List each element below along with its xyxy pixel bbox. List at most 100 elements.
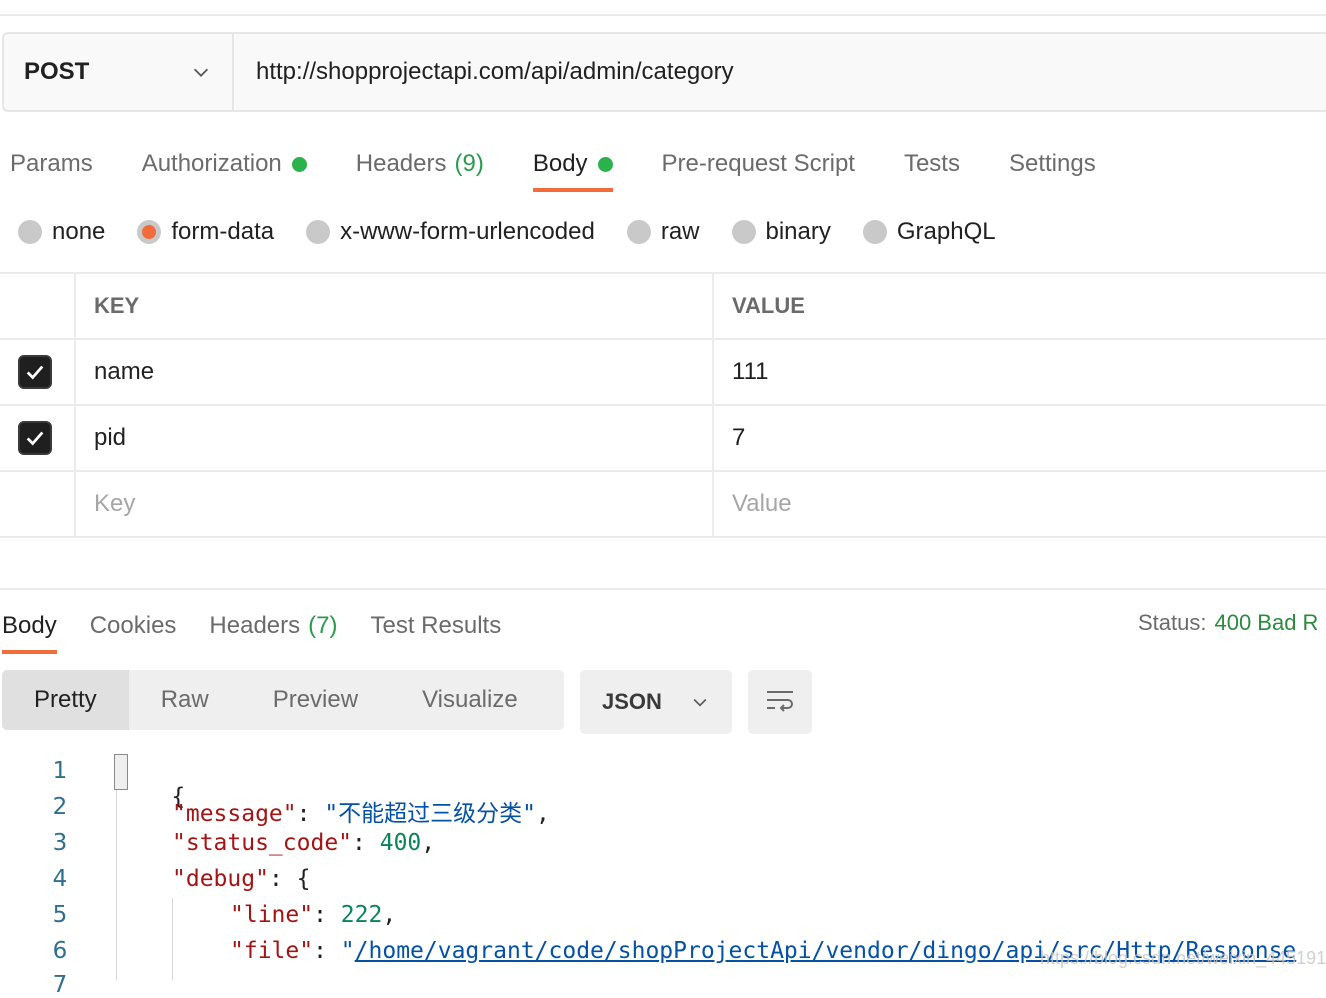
top-divider (0, 14, 1326, 16)
wrap-lines-button[interactable] (748, 670, 812, 734)
tab-label: Tests (903, 150, 960, 177)
watermark: https://blog.csdn.net/weixin_44519183 (1040, 948, 1326, 968)
punct: , (536, 801, 550, 827)
form-data-table: KEY VALUE name 111 pid 7 Key Value (0, 272, 1326, 538)
row-checkbox-cell (0, 406, 76, 470)
view-mode-selector: Pretty Raw Preview Visualize (2, 670, 564, 730)
view-mode-raw[interactable]: Raw (129, 670, 241, 730)
tab-count: (9) (454, 150, 484, 177)
radio-circle-icon (306, 220, 331, 244)
radio-circle-icon (18, 220, 42, 244)
table-header-row: KEY VALUE (0, 274, 1326, 340)
method-label: POST (24, 58, 90, 85)
response-tab-cookies[interactable]: Cookies (90, 598, 177, 654)
line-number: 1 (52, 758, 68, 784)
response-status: Status: 400 Bad R (1138, 606, 1318, 640)
radio-raw[interactable]: raw (626, 218, 700, 246)
tab-authorization[interactable]: Authorization (142, 136, 307, 192)
radio-x-www-form-urlencoded[interactable]: x-www-form-urlencoded (306, 218, 595, 246)
tab-count: (7) (308, 612, 338, 639)
line-number: 3 (52, 830, 68, 856)
value-column-header: VALUE (732, 293, 805, 318)
tab-pre-request-script[interactable]: Pre-request Script (662, 136, 855, 192)
json-string-quote: " (340, 938, 355, 964)
indent-guide (172, 898, 173, 980)
key-column-header: KEY (76, 274, 714, 338)
view-mode-preview[interactable]: Preview (241, 670, 390, 730)
json-number: 222 (340, 902, 383, 928)
row-checkbox-cell (0, 472, 76, 536)
response-tab-headers[interactable]: Headers (7) (209, 598, 337, 654)
value-placeholder-input[interactable]: Value (714, 472, 1326, 536)
table-row: name 111 (0, 340, 1326, 406)
radio-circle-icon (862, 220, 887, 244)
code-line: "line": 222, (230, 902, 396, 928)
punct: : (268, 866, 297, 892)
row-checkbox-cell (0, 340, 76, 404)
response-tabs: Body Cookies Headers (7) Test Results (2, 598, 534, 654)
value-input[interactable]: 7 (714, 406, 1326, 470)
line-number: 4 (52, 866, 68, 892)
value-input[interactable]: 111 (714, 340, 1326, 404)
radio-label: form-data (171, 218, 275, 245)
key-placeholder-input[interactable]: Key (76, 472, 714, 536)
tab-headers[interactable]: Headers (9) (356, 136, 484, 192)
json-number: 400 (379, 830, 422, 856)
radio-circle-icon (731, 220, 756, 244)
tab-label: Headers (209, 612, 301, 639)
radio-none[interactable]: none (18, 218, 105, 246)
checkmark-icon (26, 431, 44, 446)
tab-label: Body (532, 150, 588, 177)
brace: { (296, 866, 311, 892)
radio-graphql[interactable]: GraphQL (862, 218, 996, 246)
json-key: "line" (230, 902, 314, 928)
key-input[interactable]: name (76, 340, 714, 404)
tab-params[interactable]: Params (10, 136, 93, 192)
json-string: "不能超过三级分类" (324, 801, 537, 827)
request-bar: POST http://shopprojectapi.com/api/admin… (2, 32, 1326, 112)
tab-settings[interactable]: Settings (1009, 136, 1096, 192)
view-mode-visualize[interactable]: Visualize (390, 670, 550, 730)
wrap-lines-icon (767, 691, 793, 712)
tab-label: Authorization (141, 150, 282, 177)
line-number: 2 (52, 794, 68, 820)
table-row-new: Key Value (0, 472, 1326, 538)
status-dot-icon (597, 156, 613, 172)
radio-label: x-www-form-urlencoded (340, 218, 595, 245)
row-checkbox[interactable] (18, 355, 52, 389)
tab-label: Pre-request Script (661, 150, 855, 177)
json-key: "file" (230, 938, 314, 964)
body-type-radios: none form-data x-www-form-urlencoded raw… (18, 214, 1028, 250)
punct: , (421, 830, 436, 856)
section-divider (0, 588, 1326, 590)
view-mode-pretty[interactable]: Pretty (2, 670, 129, 730)
response-tab-body[interactable]: Body (2, 598, 57, 654)
tab-body[interactable]: Body (532, 136, 613, 192)
format-label: JSON (602, 689, 662, 714)
response-tab-test-results[interactable]: Test Results (370, 598, 501, 654)
chevron-down-icon (193, 68, 209, 77)
status-value[interactable]: 400 Bad R (1214, 610, 1318, 636)
json-key: "status_code" (172, 830, 353, 856)
tab-label: Params (10, 150, 93, 177)
tab-tests[interactable]: Tests (904, 136, 960, 192)
radio-binary[interactable]: binary (731, 218, 831, 246)
radio-label: binary (765, 218, 831, 245)
radio-form-data[interactable]: form-data (137, 218, 274, 246)
row-checkbox[interactable] (18, 421, 52, 455)
request-tabs: Params Authorization Headers (9) Body Pr… (10, 136, 1145, 192)
url-input[interactable]: http://shopprojectapi.com/api/admin/cate… (234, 34, 1326, 110)
code-line: "debug": { (172, 866, 311, 892)
code-line: "status_code": 400, (172, 830, 435, 856)
key-input[interactable]: pid (76, 406, 714, 470)
radio-label: GraphQL (896, 218, 996, 245)
chevron-down-icon (693, 698, 707, 707)
punct: , (382, 902, 397, 928)
method-select[interactable]: POST (4, 34, 234, 110)
punct: : (313, 902, 341, 928)
tab-label: Settings (1008, 150, 1096, 177)
line-number: 6 (52, 938, 68, 964)
format-select[interactable]: JSON (580, 670, 732, 734)
check-column-header (0, 274, 76, 338)
status-label: Status: (1138, 610, 1207, 635)
